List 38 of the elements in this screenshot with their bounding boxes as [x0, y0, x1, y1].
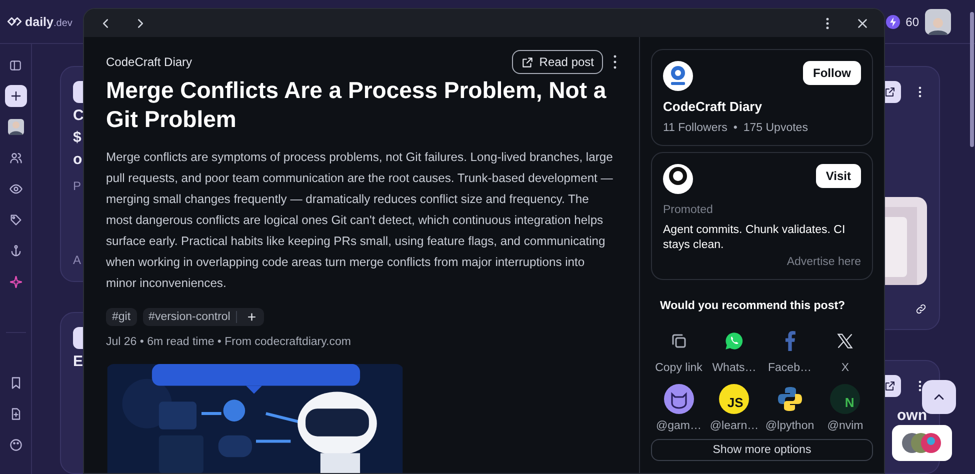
logo[interactable]: daily.dev — [6, 13, 72, 30]
js-logo-icon: JS — [719, 384, 750, 414]
add-tag-button[interactable]: + — [243, 308, 260, 326]
card-title: own — [897, 406, 927, 425]
squad-option[interactable]: @gam… — [651, 384, 706, 432]
post-meta: Jul 26 • 6m read time • From codecraftdiary.com — [106, 336, 352, 348]
ad-text: Agent commits. Chunk validates. CI stays clean. — [663, 223, 846, 253]
share-option[interactable]: Faceb… — [762, 326, 818, 374]
squad-option[interactable]: @lpython — [762, 384, 818, 432]
card-footer: A — [73, 253, 82, 268]
card-title: E — [73, 353, 84, 372]
squad-option[interactable]: JS @learn… — [706, 384, 762, 432]
share-option[interactable]: Whats… — [706, 326, 762, 374]
visit-button[interactable]: Visit — [816, 164, 861, 188]
share-option[interactable]: Copy link — [651, 326, 706, 374]
card-title: C — [73, 107, 84, 125]
squad-option[interactable]: N @nvim — [818, 384, 873, 432]
share-heading: Would you recommend this post? — [660, 300, 846, 312]
advertise-link[interactable]: Advertise here — [786, 256, 861, 268]
upvotes-count: 175 Upvotes — [743, 122, 808, 134]
followers-count: 11 Followers — [663, 122, 728, 134]
reputation-count: 60 — [906, 14, 919, 28]
card-title: $ — [73, 129, 82, 147]
source-name[interactable]: CodeCraft Diary — [106, 55, 192, 69]
promoted-label: Promoted — [663, 204, 714, 216]
follow-button[interactable]: Follow — [803, 61, 861, 85]
post-summary: Merge conflicts are symptoms of process problems, not Git failures. Long-lived branches, large pull requests, and poor team communication are the root causes. Trunk-based development — merging small changes frequently — dramatically reduces conflict size and frequency. The most dangerous conflicts are logical ones Git can't detect, which continuous integration helps surface early. Practical habits like keeping PRs small, using feature flags, and communicating when working in overlapping code areas turn merge conflicts from major interruptions into minor inconveniences. — [106, 149, 614, 292]
card-meta: P — [73, 179, 82, 193]
read-post-button[interactable]: Read post — [512, 50, 603, 74]
tag[interactable]: #version-control — [148, 311, 238, 323]
share-option[interactable]: X — [818, 326, 873, 374]
dot-separator: • — [733, 122, 738, 134]
source-title: CodeCraft Diary — [663, 99, 763, 114]
neovim-logo-icon: N — [830, 384, 860, 414]
tag[interactable]: #git — [106, 308, 137, 326]
post-title: Merge Conflicts Are a Process Problem, Not a Git Problem — [106, 76, 608, 134]
show-more-button[interactable]: Show more options — [651, 439, 873, 461]
card-title: o — [73, 151, 82, 169]
